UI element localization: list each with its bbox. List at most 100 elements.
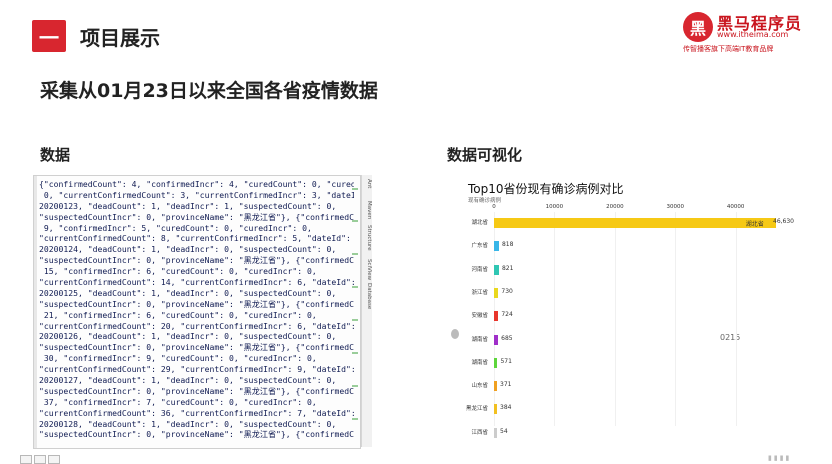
ide-side-tool-tabs: Ant Maven Structure SciView Database: [361, 175, 372, 447]
bar-value-label: 384: [500, 404, 512, 412]
code-line: "suspectedCountIncr": 0, "provinceName":…: [39, 342, 354, 353]
section-title: 项目展示: [80, 26, 160, 50]
bar-row: 江西省 54: [444, 427, 796, 439]
side-tab-maven[interactable]: Maven: [362, 201, 372, 219]
side-tab-ant[interactable]: Ant: [362, 179, 372, 188]
code-line: 20200127, "deadCount": 1, "deadIncr": 0,…: [39, 375, 337, 386]
slide-navigation[interactable]: [20, 455, 80, 464]
bar-chart: Top10省份现有确诊病例对比 现有确诊病例 0215 0 10000 20000 3…: [444, 170, 796, 438]
brand-logo: 黑 黑马程序员 www.itheima.com 传智播客旗下高端IT教育品牌: [683, 10, 803, 54]
bar: [494, 287, 499, 298]
scroll-marker: [352, 319, 358, 321]
scroll-marker: [352, 220, 358, 222]
scroll-marker: [352, 385, 358, 387]
scroll-marker: [352, 418, 358, 420]
code-line: "suspectedCountIncr": 0, "provinceName":…: [39, 211, 354, 222]
bar-inner-label: 湖北省: [745, 221, 764, 228]
logo-icon: 黑: [683, 12, 713, 42]
bar: [494, 427, 497, 438]
bar-category-label: 浙江省: [471, 289, 488, 296]
logo-slogan: 传智播客旗下高端IT教育品牌: [683, 45, 774, 53]
bar-category-label: 湖南省: [471, 359, 488, 366]
x-tick-label: 20000: [606, 204, 624, 210]
x-tick-label: 10000: [545, 204, 564, 210]
code-line: 21, "confirmedIncr": 6, "curedCount": 0,…: [39, 309, 317, 320]
bar: [494, 218, 776, 228]
bar-row: 山东省 371: [444, 380, 796, 392]
chart-title: Top10省份现有确诊病例对比: [468, 182, 624, 196]
editor-scroll-markers[interactable]: [350, 176, 358, 448]
x-tick-label: 40000: [726, 204, 745, 210]
code-line: "currentConfirmedCount": 14, "currentCon…: [39, 277, 354, 288]
side-tab-database[interactable]: Database: [362, 283, 372, 309]
code-line: 0, "currentConfirmedCount": 3, "currentC…: [39, 189, 354, 200]
bar: [494, 311, 499, 322]
bar-category-label: 河南省: [471, 266, 488, 273]
code-line: "currentConfirmedCount": 29, "currentCon…: [39, 364, 354, 375]
bar: [494, 381, 497, 392]
code-line: "suspectedCountIncr": 0, "provinceName":…: [39, 298, 354, 309]
logo-url: www.itheima.com: [717, 30, 789, 39]
code-line: {"confirmedCount": 4, "confirmedIncr": 4…: [39, 179, 354, 189]
code-line: 15, "confirmedIncr": 6, "curedCount": 0,…: [39, 266, 317, 277]
scroll-marker: [352, 253, 358, 255]
bar-value-label: 685: [501, 334, 513, 342]
bar-value-label: 371: [500, 381, 512, 389]
bar-category-label: 山东省: [471, 383, 488, 390]
code-line: 20200126, "deadCount": 1, "deadIncr": 0,…: [39, 331, 337, 342]
bar: [494, 264, 499, 275]
bar-value-label: 724: [501, 311, 513, 319]
slide-progress-indicator: ▮▮▮▮: [768, 454, 792, 462]
data-section-title: 数据: [40, 146, 71, 164]
code-line: 20200128, "deadCount": 1, "deadIncr": 0,…: [39, 418, 337, 429]
code-line: "suspectedCountIncr": 0, "provinceName":…: [39, 385, 354, 396]
code-line: "currentConfirmedCount": 36, "currentCon…: [39, 407, 354, 418]
bar-row: 湖南省 571: [444, 357, 796, 369]
code-editor-panel[interactable]: {"confirmedCount": 4, "confirmedIncr": 4…: [33, 175, 361, 449]
bar: [494, 357, 498, 368]
code-line: "suspectedCountIncr": 0, "provinceName":…: [39, 255, 354, 266]
bar-row: 浙江省 730: [444, 287, 796, 299]
scroll-marker: [352, 188, 358, 190]
bar-row: 黑龙江省 384: [444, 403, 796, 415]
editor-gutter: [34, 176, 37, 448]
bar-category-label: 湖北省: [471, 220, 488, 226]
mouse-cursor-icon: [451, 329, 459, 339]
bar-value-label: 821: [501, 264, 514, 272]
visualization-section-title: 数据可视化: [447, 146, 523, 164]
bar: [494, 241, 499, 252]
bar-value-label: 46,630: [773, 218, 794, 225]
code-line: 9, "confirmedIncr": 5, "curedCount": 0, …: [39, 222, 312, 233]
bar-row: 安徽省 724: [444, 310, 796, 322]
bar-category-label: 黑龙江省: [465, 406, 488, 413]
code-line: "currentConfirmedCount": 20, "currentCon…: [39, 320, 354, 331]
bar-row: 湖南省 685: [444, 334, 796, 346]
x-tick-label: 30000: [666, 204, 685, 210]
bar-value-label: 571: [500, 357, 512, 365]
bar-row: 河南省 821: [444, 264, 796, 276]
bar-category-label: 安徽省: [471, 313, 488, 320]
bar-category-label: 江西省: [471, 429, 488, 436]
code-line: 37, "confirmedIncr": 7, "curedCount": 0,…: [39, 396, 317, 407]
page-title: 采集从01月23日以来全国各省疫情数据: [40, 80, 378, 102]
code-line: 20200125, "deadCount": 1, "deadIncr": 0,…: [39, 287, 337, 298]
bar-category-label: 广东省: [471, 243, 488, 250]
scroll-marker: [352, 286, 358, 288]
code-line: 20200124, "deadCount": 1, "deadIncr": 0,…: [39, 244, 337, 255]
side-tab-structure[interactable]: Structure: [362, 225, 372, 251]
bar-value-label: 54: [500, 427, 508, 435]
bar-row: 广东省 818: [444, 240, 796, 252]
bar-row: 湖北省 湖北省 46,630: [444, 217, 796, 229]
x-tick-label: 0: [492, 204, 496, 210]
side-tab-sciview[interactable]: SciView: [362, 259, 372, 280]
chart-subtitle: 现有确诊病例: [468, 198, 502, 204]
bar: [494, 404, 497, 415]
code-line: 20200123, "deadCount": 1, "deadIncr": 1,…: [39, 200, 337, 211]
code-line: "suspectedCountIncr": 0, "provinceName":…: [39, 429, 354, 440]
bar: [494, 334, 499, 345]
scroll-marker: [352, 352, 358, 354]
bar-value-label: 818: [501, 241, 514, 249]
bar-value-label: 730: [501, 287, 513, 295]
json-code-text[interactable]: {"confirmedCount": 4, "confirmedIncr": 4…: [39, 179, 354, 440]
code-line: "currentConfirmedCount": 8, "currentConf…: [39, 233, 351, 244]
